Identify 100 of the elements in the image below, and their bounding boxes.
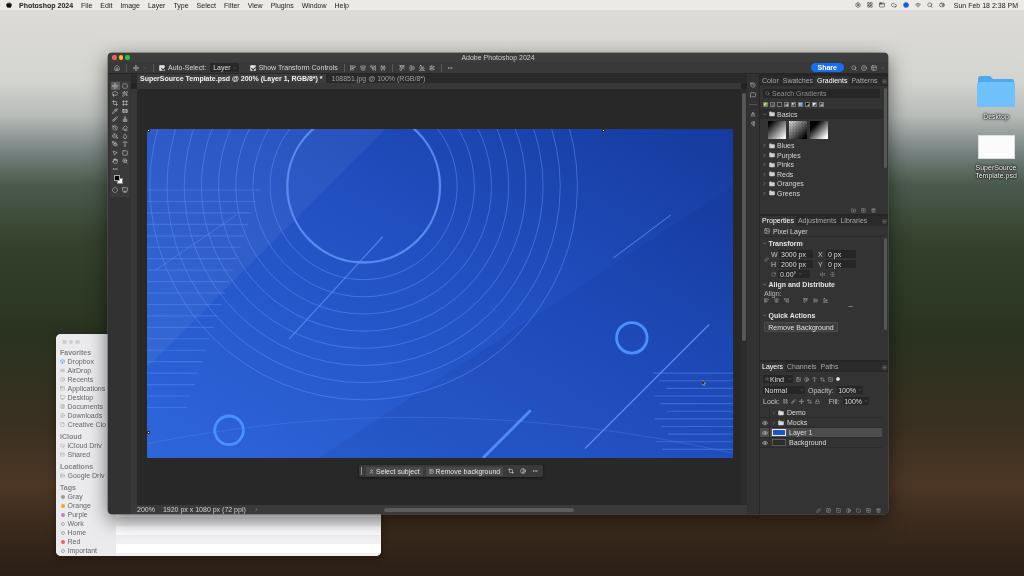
- trash-icon[interactable]: [871, 207, 876, 213]
- move-icon[interactable]: [132, 64, 139, 71]
- chevron-right-icon[interactable]: [762, 171, 767, 177]
- eyedropper-tool-button[interactable]: [110, 107, 120, 116]
- menu-icon[interactable]: [882, 78, 887, 84]
- more-icon[interactable]: [447, 64, 454, 71]
- folder-plus-icon[interactable]: [851, 207, 856, 213]
- move-icon[interactable]: [798, 398, 804, 404]
- flip-horizontal-icon[interactable]: [820, 271, 825, 277]
- drag-handle[interactable]: [361, 467, 362, 475]
- search-icon[interactable]: [926, 2, 933, 8]
- trash-icon[interactable]: [876, 507, 881, 513]
- minimize-button[interactable]: [118, 55, 123, 60]
- align-left-icon[interactable]: [350, 64, 357, 71]
- monitor-tool-button[interactable]: [120, 186, 130, 195]
- move-tool-button[interactable]: [110, 82, 120, 91]
- transform-handle[interactable]: [147, 431, 150, 434]
- grid-icon[interactable]: [866, 2, 873, 8]
- align-top-icon[interactable]: [803, 298, 808, 303]
- link-icon[interactable]: [816, 507, 821, 513]
- toggle-icon[interactable]: [938, 2, 945, 8]
- align-center-icon[interactable]: [774, 298, 779, 303]
- dot-square-icon[interactable]: [836, 507, 841, 513]
- distribute-icon[interactable]: [428, 64, 435, 71]
- chevron-right-icon[interactable]: [762, 152, 767, 158]
- letter-a-icon[interactable]: [750, 110, 756, 117]
- wifi-icon[interactable]: [914, 2, 921, 8]
- pilcrow-icon[interactable]: [750, 120, 756, 127]
- window-icon[interactable]: [878, 2, 885, 8]
- brush-tool-button[interactable]: [110, 115, 120, 124]
- gradient-swatch[interactable]: [768, 121, 786, 139]
- dot-square-icon[interactable]: [828, 376, 833, 382]
- flip-vertical-icon[interactable]: [830, 271, 835, 277]
- magic-wand-tool-button[interactable]: [120, 90, 130, 99]
- help-icon[interactable]: [861, 64, 867, 71]
- chevron-down-icon[interactable]: [762, 241, 767, 246]
- crop-tool-button[interactable]: [110, 98, 120, 107]
- transform-handle[interactable]: [147, 129, 150, 132]
- crop-button[interactable]: [506, 466, 516, 476]
- plus-square-icon[interactable]: [866, 507, 871, 513]
- history-icon[interactable]: [750, 82, 756, 88]
- cloud-icon[interactable]: [890, 2, 897, 8]
- paint-bucket-tool-button[interactable]: [110, 131, 120, 140]
- gradient-swatch[interactable]: [789, 121, 807, 139]
- lock-icon[interactable]: [814, 398, 820, 404]
- history-tool-button[interactable]: [110, 123, 120, 132]
- home-icon[interactable]: [114, 64, 120, 71]
- auto-select-checkbox[interactable]: [159, 64, 165, 71]
- align-middle-icon[interactable]: [813, 298, 818, 303]
- comment-icon[interactable]: [750, 92, 756, 98]
- zoom-button[interactable]: [125, 55, 130, 60]
- brush-icon[interactable]: [790, 398, 796, 404]
- apple-icon[interactable]: [6, 2, 12, 8]
- scrollbar-thumb[interactable]: [383, 507, 574, 512]
- align-left-icon[interactable]: [764, 298, 769, 303]
- dashed-square-tool-button[interactable]: [120, 82, 130, 91]
- lasso-tool-button[interactable]: [110, 90, 120, 99]
- contrast-button[interactable]: [518, 466, 528, 476]
- type-tool-button[interactable]: [120, 140, 130, 149]
- eye-icon[interactable]: [761, 439, 768, 446]
- menu-icon[interactable]: [882, 364, 887, 370]
- gradient-swatch[interactable]: [810, 121, 828, 139]
- contrast-icon[interactable]: [804, 376, 809, 382]
- chevron-down-icon[interactable]: [762, 111, 767, 117]
- bandage-tool-button[interactable]: [120, 107, 130, 116]
- align-right-icon[interactable]: [370, 64, 377, 71]
- zoom-tool-button[interactable]: [120, 156, 130, 165]
- align-top-icon[interactable]: [398, 64, 405, 71]
- chevron-down-icon[interactable]: [762, 313, 767, 318]
- crop-icon[interactable]: [806, 398, 812, 404]
- dot-icon[interactable]: [902, 2, 909, 8]
- align-bottom-icon[interactable]: [823, 298, 828, 303]
- chevron-down-icon[interactable]: [762, 282, 767, 287]
- pen-tool-button[interactable]: [110, 140, 120, 149]
- distribute-icon[interactable]: [380, 64, 387, 71]
- image-icon[interactable]: [796, 376, 801, 382]
- transform-handle[interactable]: [602, 129, 605, 132]
- panels-icon[interactable]: [871, 64, 877, 71]
- eye-icon[interactable]: [761, 419, 768, 426]
- eye-icon[interactable]: [761, 429, 768, 436]
- document-icon[interactable]: [977, 135, 1015, 159]
- function-square-icon[interactable]: [826, 507, 831, 513]
- chevron-right-icon[interactable]: [762, 181, 767, 187]
- eraser-tool-button[interactable]: [120, 123, 130, 132]
- background-swatch-icon[interactable]: [117, 178, 123, 185]
- droplet-tool-button[interactable]: [120, 131, 130, 140]
- chevron-right-icon[interactable]: [762, 143, 767, 149]
- plus-square-icon[interactable]: [861, 207, 866, 213]
- hand-tool-button[interactable]: [110, 156, 120, 165]
- pointer-tool-button[interactable]: [110, 148, 120, 157]
- align-middle-icon[interactable]: [408, 64, 415, 71]
- contrast-icon[interactable]: [846, 507, 851, 513]
- chevron-right-icon[interactable]: [762, 162, 767, 168]
- foreground-swatch-icon[interactable]: [114, 175, 120, 182]
- menu-icon[interactable]: [882, 218, 887, 224]
- folder-icon[interactable]: [856, 507, 861, 513]
- frame-tool-button[interactable]: [120, 98, 130, 107]
- scrollbar-thumb[interactable]: [884, 88, 887, 168]
- link-icon[interactable]: [764, 256, 769, 262]
- grid-icon[interactable]: [782, 398, 788, 404]
